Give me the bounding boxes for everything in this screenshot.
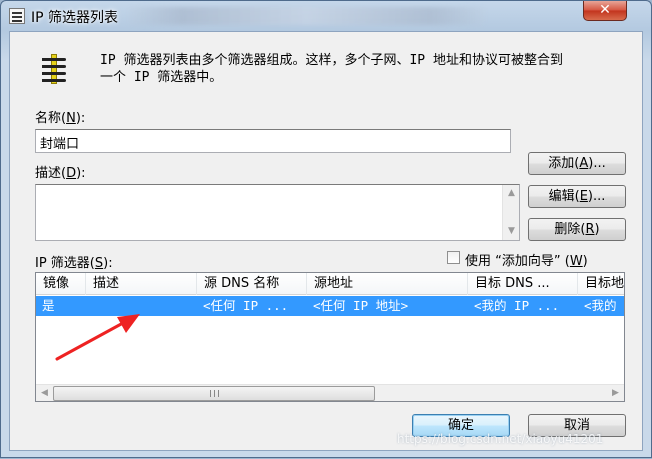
annotation-overlay: [55, 314, 140, 361]
annotation-arrow-icon: [55, 314, 140, 361]
watermark: https://blog.csdn.net/xiaoyu41201: [397, 432, 604, 446]
ip-filter-list-dialog: IP 筛选器列表 ✕ IP 筛选器列表由多个筛选器组成。这样，多个子网、IP 地…: [0, 0, 652, 458]
